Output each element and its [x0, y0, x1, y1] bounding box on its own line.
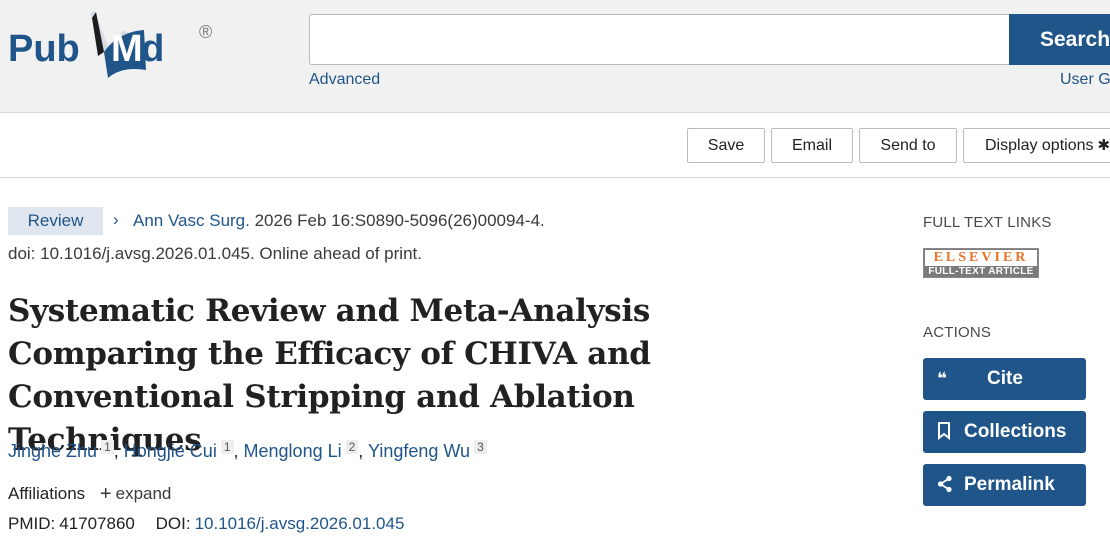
author-link[interactable]: Yingfeng Wu	[368, 441, 470, 461]
elsevier-subtitle: FULL-TEXT ARTICLE	[928, 266, 1034, 277]
affiliation-number[interactable]: 3	[474, 440, 487, 454]
search-input[interactable]	[309, 14, 1010, 65]
display-options-label: Display options	[985, 137, 1094, 154]
search-button[interactable]: Search	[1009, 14, 1110, 65]
email-button[interactable]: Email	[771, 128, 853, 163]
share-icon	[937, 464, 953, 506]
full-text-links-heading: FULL TEXT LINKS	[923, 214, 1052, 231]
article-title: Systematic Review and Meta-Analysis Comp…	[8, 293, 651, 458]
display-options-button[interactable]: Display options ✱	[963, 128, 1110, 163]
expand-label: expand	[115, 484, 172, 503]
collections-label: Collections	[964, 421, 1067, 442]
send-to-button[interactable]: Send to	[859, 128, 957, 163]
doi-line: doi: 10.1016/j.avsg.2026.01.045. Online …	[8, 244, 422, 263]
bookmark-icon	[937, 411, 951, 453]
elsevier-name: ELSEVIER	[925, 250, 1037, 266]
affiliations-label: Affiliations	[8, 484, 86, 503]
pmid-label: PMID:	[8, 514, 56, 533]
pubmed-logo-graphic: Pub ed M ®	[8, 10, 212, 78]
elsevier-full-text-link[interactable]: ELSEVIER FULL-TEXT ARTICLE	[923, 248, 1039, 278]
affiliation-number[interactable]: 2	[345, 440, 359, 454]
site-header: Pub ed M ® Search Advanced User G	[0, 0, 1110, 113]
actions-heading: ACTIONS	[923, 324, 992, 341]
identifiers-row: PMID: 41707860 DOI: 10.1016/j.avsg.2026.01…	[8, 514, 404, 534]
save-button[interactable]: Save	[687, 128, 765, 163]
citation-line: Ann Vasc Surg. 2026 Feb 16:S0890-5096(26…	[133, 211, 545, 231]
gear-icon: ✱	[1097, 137, 1110, 154]
cite-label: Cite	[987, 368, 1023, 389]
logo-text-left: Pub	[8, 28, 80, 70]
author-link[interactable]: Menglong Li	[244, 441, 342, 461]
affiliations-expand-toggle[interactable]: + expand	[99, 483, 172, 505]
pubmed-logo[interactable]: Pub ed M ®	[8, 8, 223, 82]
affiliations-row: Affiliations + expand	[8, 483, 171, 506]
article-action-bar: Save Email Send to Display options ✱	[0, 113, 1110, 178]
cite-button[interactable]: ❝ Cite	[923, 358, 1086, 400]
chevron-right-icon: ›	[113, 210, 119, 229]
registered-mark: ®	[199, 22, 212, 42]
doi-link[interactable]: 10.1016/j.avsg.2026.01.045	[195, 514, 405, 533]
author-list: Jinghe Zhu 1, Hongjie Cui 1, Menglong Li 2,…	[8, 440, 487, 462]
logo-text-m: M	[111, 28, 143, 70]
pmid-value: 41707860	[59, 514, 135, 533]
citation-date: 2026 Feb 16:S0890-5096(26)00094-4.	[254, 211, 545, 230]
user-guide-link[interactable]: User G	[1060, 71, 1110, 89]
plus-icon: +	[99, 483, 112, 505]
collections-button[interactable]: Collections	[923, 411, 1086, 453]
publication-type-badge: Review	[8, 207, 103, 235]
journal-link[interactable]: Ann Vasc Surg.	[133, 211, 250, 230]
author-link[interactable]: Jinghe Zhu	[8, 441, 97, 461]
affiliation-number[interactable]: 1	[101, 440, 114, 454]
quote-icon: ❝	[937, 369, 947, 388]
permalink-button[interactable]: Permalink	[923, 464, 1086, 506]
doi-label: DOI:	[155, 514, 191, 533]
affiliation-number[interactable]: 1	[220, 440, 234, 454]
permalink-label: Permalink	[964, 474, 1055, 495]
advanced-search-link[interactable]: Advanced	[309, 71, 380, 89]
author-link[interactable]: Hongjie Cui	[124, 441, 217, 461]
